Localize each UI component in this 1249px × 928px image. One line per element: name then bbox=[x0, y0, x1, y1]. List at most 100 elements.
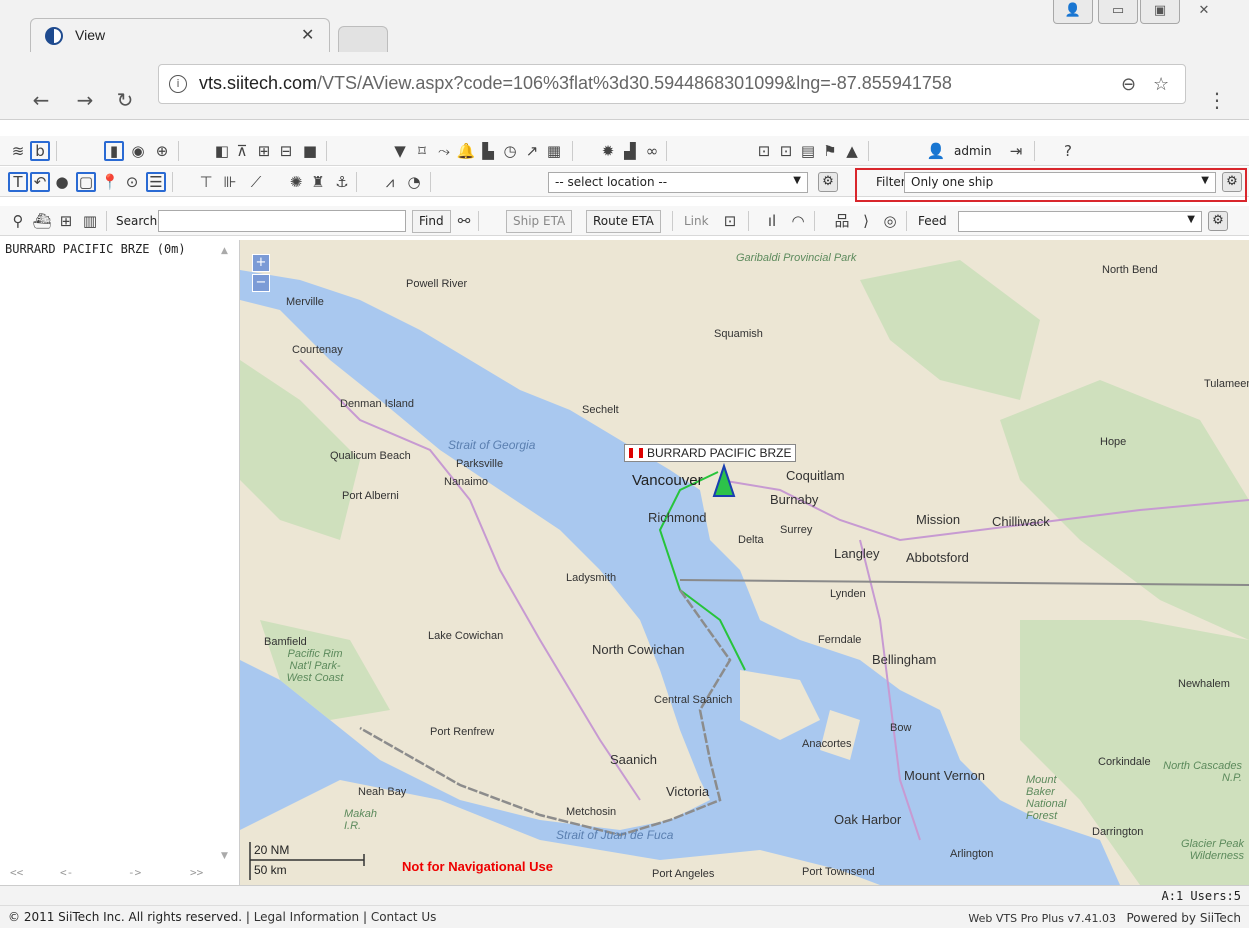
measure-line-icon[interactable]: ↗ bbox=[522, 141, 542, 161]
place-label: Central Saanich bbox=[654, 694, 733, 706]
site-info-icon[interactable]: i bbox=[169, 75, 187, 93]
document-icon[interactable]: ▙ bbox=[478, 141, 498, 161]
voicemail-icon[interactable]: ∞ bbox=[642, 141, 662, 161]
alert-light-icon[interactable]: ✹ bbox=[598, 141, 618, 161]
ship-list-scrollbar[interactable]: ▲ ▼ bbox=[216, 240, 236, 865]
find-button[interactable]: Find bbox=[412, 210, 451, 233]
scroll-up-icon[interactable]: ▲ bbox=[221, 246, 228, 256]
align-middle-icon[interactable]: ⊞ bbox=[254, 141, 274, 161]
close-window-button[interactable]: ✕ bbox=[1184, 0, 1224, 24]
pager-prev[interactable]: <- bbox=[60, 866, 73, 879]
playback-icon[interactable]: ⊪ bbox=[220, 172, 240, 192]
profile-icon[interactable]: 👤 bbox=[1053, 0, 1093, 24]
ship-label[interactable]: BURRARD PACIFIC BRZE bbox=[624, 444, 797, 462]
location-select[interactable]: -- select location -- ▼ bbox=[548, 172, 808, 193]
align-top-icon[interactable]: ⊼ bbox=[232, 141, 252, 161]
anchor-icon[interactable]: ⚓ bbox=[332, 172, 352, 192]
park-label: Garibaldi Provincial Park bbox=[736, 252, 857, 264]
address-bar[interactable]: i vts.siitech.com/VTS/AView.aspx?code=10… bbox=[158, 64, 1186, 104]
binoculars-icon[interactable]: ⚯ bbox=[454, 211, 474, 231]
ship-icon[interactable]: ⛴ bbox=[32, 211, 52, 231]
route-icon[interactable]: ⤳ bbox=[434, 141, 454, 161]
location-settings-icon[interactable]: ⚙ bbox=[818, 172, 838, 192]
ship-list-item[interactable]: BURRARD PACIFIC BRZE (0m) bbox=[5, 242, 186, 256]
export-icon[interactable]: ⊡ bbox=[776, 141, 796, 161]
page-one-icon[interactable]: ⊡ bbox=[720, 211, 740, 231]
ruler-icon[interactable]: ⟋ bbox=[246, 172, 266, 192]
place-label: Coquitlam bbox=[786, 468, 845, 483]
ship-eta-button[interactable]: Ship ETA bbox=[506, 210, 573, 233]
place-label: Courtenay bbox=[292, 344, 343, 356]
area-select-icon[interactable]: ⌑ bbox=[412, 141, 432, 161]
lighthouse-icon[interactable]: ✺ bbox=[286, 172, 306, 192]
message-icon[interactable]: ▤ bbox=[798, 141, 818, 161]
history-clock-icon[interactable]: ◷ bbox=[500, 141, 520, 161]
marker-tool-icon[interactable]: ⊤ bbox=[196, 172, 216, 192]
fuel-icon[interactable]: ▥ bbox=[80, 211, 100, 231]
import-icon[interactable]: ⊡ bbox=[754, 141, 774, 161]
reload-icon[interactable]: ↻ bbox=[112, 88, 138, 112]
text-tool-icon[interactable]: T bbox=[8, 172, 28, 192]
traffic-light-icon[interactable]: ▮ bbox=[104, 141, 124, 161]
info-icon[interactable]: ● bbox=[52, 172, 72, 192]
layers-icon[interactable]: ≋ bbox=[8, 141, 28, 161]
undo-icon[interactable]: ↶ bbox=[30, 172, 50, 192]
grid-globe-icon[interactable]: ⊕ bbox=[152, 141, 172, 161]
list-view-icon[interactable]: ☰ bbox=[146, 172, 166, 192]
add-vessel-icon[interactable]: ⊞ bbox=[56, 211, 76, 231]
legal-link[interactable]: Legal Information bbox=[254, 910, 359, 924]
pager-last[interactable]: >> bbox=[190, 866, 203, 879]
bing-maps-icon[interactable]: b bbox=[30, 141, 50, 161]
route-eta-button[interactable]: Route ETA bbox=[586, 210, 661, 233]
pager-first[interactable]: << bbox=[10, 866, 23, 879]
feed-settings-icon[interactable]: ⚙ bbox=[1208, 211, 1228, 231]
browser-tab[interactable]: View ✕ bbox=[30, 18, 330, 52]
satellite-icon[interactable]: ⚲ bbox=[8, 211, 28, 231]
maximize-button[interactable]: ▣ bbox=[1140, 0, 1180, 24]
logout-icon[interactable]: ⇥ bbox=[1006, 141, 1026, 161]
globe-icon[interactable]: ◉ bbox=[128, 141, 148, 161]
back-icon[interactable]: ← bbox=[28, 88, 54, 112]
chart-line-icon[interactable]: ⩘ bbox=[380, 172, 400, 192]
broadcast-icon[interactable]: ◎ bbox=[880, 211, 900, 231]
zoom-out-button[interactable]: − bbox=[252, 274, 270, 292]
browser-menu-icon[interactable]: ⋮ bbox=[1204, 88, 1230, 112]
bookmark-star-icon[interactable]: ☆ bbox=[1153, 74, 1169, 95]
report-icon[interactable]: ▟ bbox=[620, 141, 640, 161]
buoy-icon[interactable]: ♜ bbox=[308, 172, 328, 192]
flag-icon[interactable]: ⚑ bbox=[820, 141, 840, 161]
alarm-bell-icon[interactable]: 🔔 bbox=[456, 141, 476, 161]
close-tab-icon[interactable]: ✕ bbox=[301, 25, 314, 44]
contact-link[interactable]: Contact Us bbox=[371, 910, 437, 924]
new-tab-button[interactable] bbox=[338, 26, 388, 52]
pager-next[interactable]: -> bbox=[128, 866, 141, 879]
feed-select[interactable]: ▼ bbox=[958, 211, 1202, 232]
wifi-icon[interactable]: ◠ bbox=[788, 211, 808, 231]
fullscreen-icon[interactable]: ■ bbox=[300, 141, 320, 161]
filter-funnel-icon[interactable]: ▼ bbox=[390, 141, 410, 161]
warning-icon[interactable]: ▲ bbox=[842, 141, 862, 161]
park-label: Pacific Rim Nat'l Park-West Coast bbox=[286, 648, 344, 684]
pin-icon[interactable]: 📍 bbox=[100, 172, 120, 192]
gauge-icon[interactable]: ◔ bbox=[404, 172, 424, 192]
help-icon[interactable]: ? bbox=[1058, 141, 1078, 161]
signal-bars-icon[interactable]: ıl bbox=[762, 211, 782, 231]
search-input[interactable] bbox=[158, 210, 406, 232]
rss-icon[interactable]: ⟩ bbox=[856, 211, 876, 231]
target-icon[interactable]: ⊙ bbox=[122, 172, 142, 192]
scroll-down-icon[interactable]: ▼ bbox=[221, 851, 228, 861]
map-book-icon[interactable]: ◧ bbox=[212, 141, 232, 161]
map-canvas[interactable]: + − Garibaldi Provincial Park Powell Riv… bbox=[240, 240, 1249, 885]
forward-icon[interactable]: → bbox=[72, 88, 98, 112]
ship-label-text: BURRARD PACIFIC BRZE bbox=[647, 446, 792, 460]
zoom-icon[interactable]: ⊖ bbox=[1121, 74, 1136, 95]
calculator-icon[interactable]: ▦ bbox=[544, 141, 564, 161]
network-icon[interactable]: 品 bbox=[832, 211, 852, 231]
align-bottom-icon[interactable]: ⊟ bbox=[276, 141, 296, 161]
minimize-button[interactable]: ▭ bbox=[1098, 0, 1138, 24]
link-label[interactable]: Link bbox=[684, 214, 709, 228]
user-icon[interactable]: 👤 bbox=[926, 141, 946, 161]
comment-icon[interactable]: ▢ bbox=[76, 172, 96, 192]
zoom-in-button[interactable]: + bbox=[252, 254, 270, 272]
admin-label[interactable]: admin bbox=[954, 144, 992, 158]
